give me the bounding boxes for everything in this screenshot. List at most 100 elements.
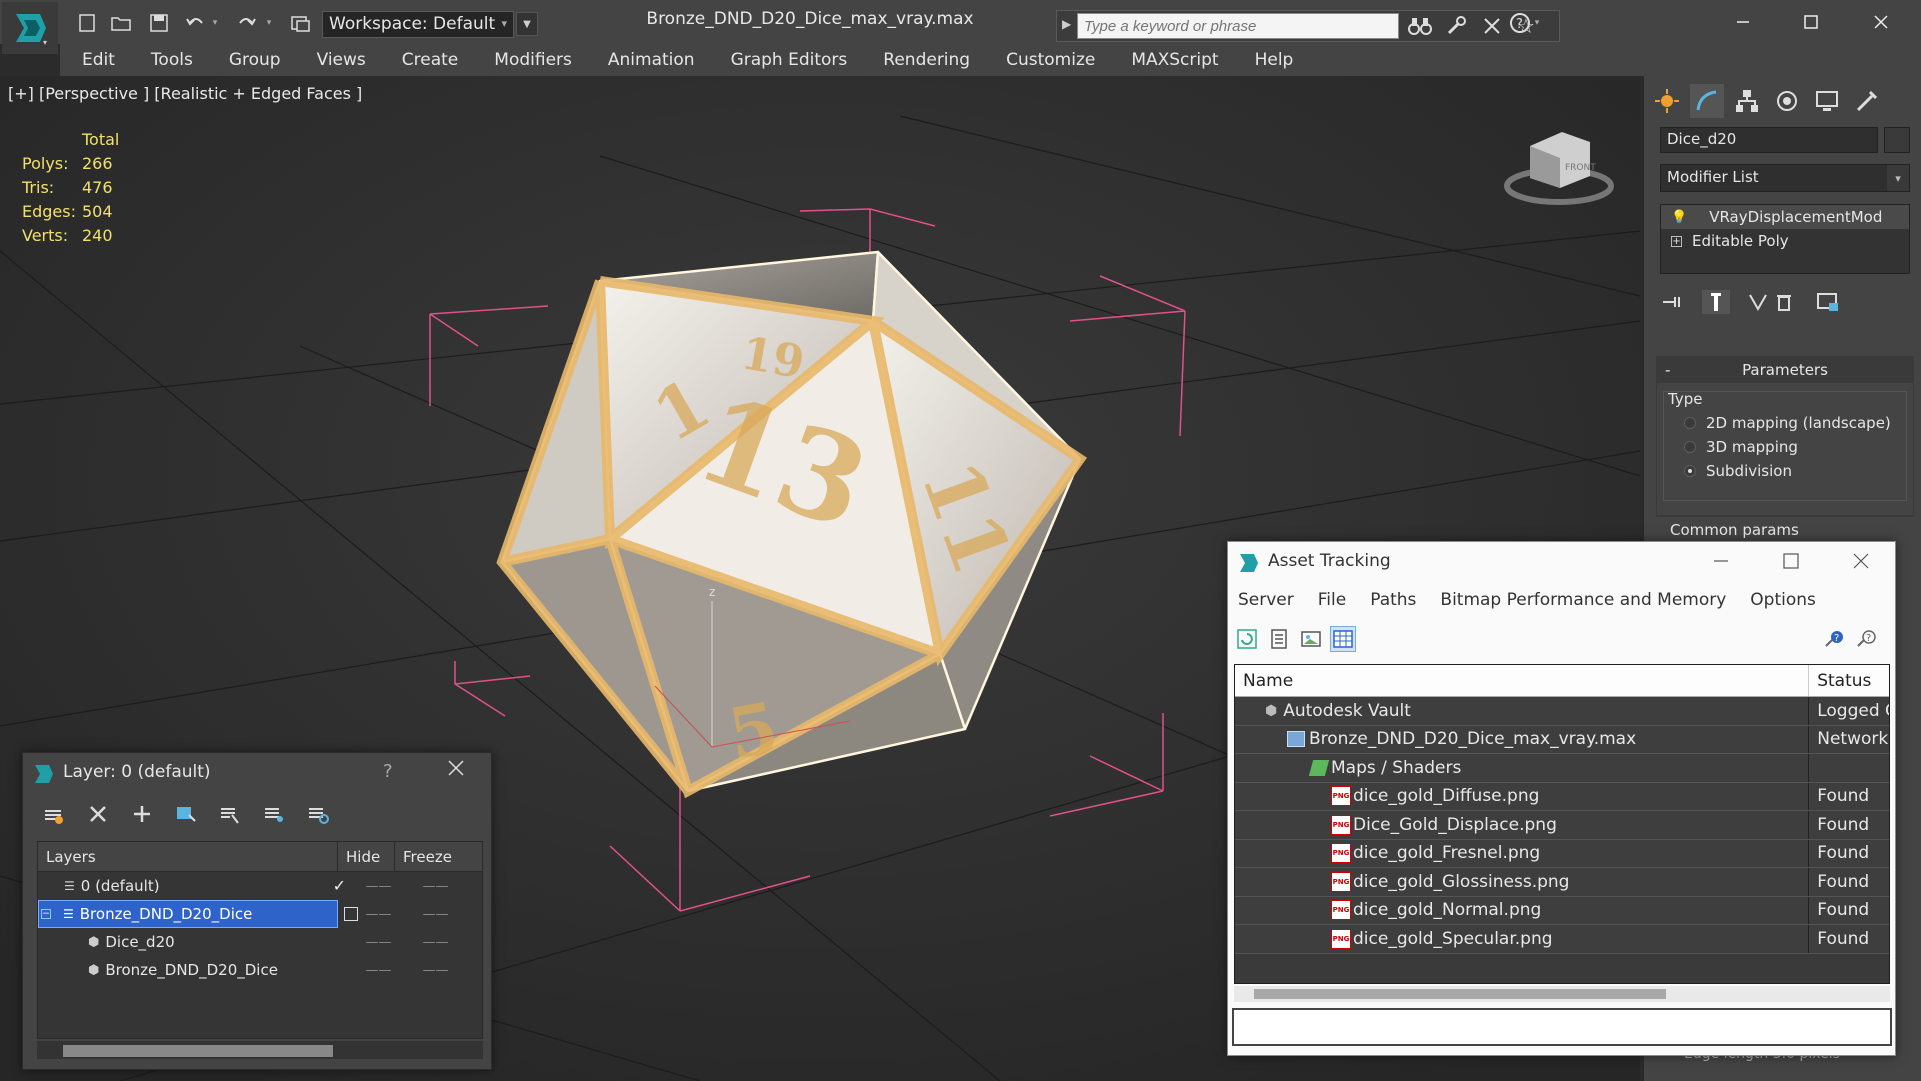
layer-hide-toggle[interactable]: —— (350, 900, 407, 928)
layer-hide-toggle[interactable]: —— (350, 928, 407, 956)
menu-animation[interactable]: Animation (608, 50, 695, 70)
menu-group[interactable]: Group (229, 50, 281, 70)
radio-button[interactable] (1684, 417, 1696, 429)
layer-freeze-toggle[interactable]: —— (407, 900, 464, 928)
current-layer-check-icon[interactable]: ✓ (333, 876, 346, 895)
minimize-button[interactable] (1720, 4, 1766, 40)
scrollbar-thumb[interactable] (63, 1045, 333, 1057)
column-hide[interactable]: Hide (338, 842, 395, 871)
menu-graph-editors[interactable]: Graph Editors (731, 50, 848, 70)
maximize-button[interactable] (1782, 552, 1800, 574)
set-current-layer-icon[interactable] (261, 801, 287, 827)
modifier-list-dropdown[interactable]: Modifier List ▾ (1660, 164, 1910, 192)
radio-2d-mapping[interactable]: 2D mapping (landscape) (1684, 414, 1891, 432)
radio-button[interactable] (1684, 441, 1696, 453)
help-button[interactable]: ? (383, 761, 393, 782)
menu-modifiers[interactable]: Modifiers (494, 50, 572, 70)
asset-row-png[interactable]: PNG dice_gold_Normal.png Found (1235, 896, 1889, 925)
app-logo-icon[interactable]: ▾ (2, 2, 58, 54)
radio-subdivision[interactable]: Subdivision (1684, 462, 1792, 480)
workspace-menu-icon[interactable]: ▼ (516, 12, 538, 36)
menu-views[interactable]: Views (317, 50, 366, 70)
layer-hide-toggle[interactable]: —— (350, 872, 407, 900)
delete-icon[interactable] (85, 801, 111, 827)
parameters-header[interactable]: - Parameters (1657, 357, 1913, 383)
stack-item-vray-displacement[interactable]: 💡 VRayDisplacementMod (1661, 205, 1909, 229)
menu-bitmap-performance[interactable]: Bitmap Performance and Memory (1440, 590, 1726, 610)
highlight-selected-icon[interactable] (217, 801, 243, 827)
menu-edit[interactable]: Edit (82, 50, 115, 70)
undo-icon[interactable] (182, 10, 208, 36)
viewport-label[interactable]: [+] [Perspective ] [Realistic + Edged Fa… (8, 84, 362, 103)
asset-window-titlebar[interactable]: Asset Tracking (1228, 542, 1895, 582)
asset-row-maps[interactable]: Maps / Shaders (1235, 754, 1889, 783)
menu-help[interactable]: Help (1255, 50, 1294, 70)
display-tab-icon[interactable] (1810, 84, 1844, 118)
menu-maxscript[interactable]: MAXScript (1131, 50, 1218, 70)
configure-sets-icon[interactable] (1816, 290, 1840, 314)
new-layer-icon[interactable] (41, 801, 67, 827)
asset-row-png[interactable]: PNG dice_gold_Specular.png Found (1235, 925, 1889, 954)
context-help-icon[interactable]: ? (1854, 626, 1880, 652)
hierarchy-tab-icon[interactable] (1730, 84, 1764, 118)
thumbnail-view-icon[interactable] (1298, 626, 1324, 652)
binoculars-icon[interactable] (1407, 13, 1433, 39)
close-button[interactable] (447, 759, 465, 781)
close-button[interactable] (1858, 4, 1904, 40)
search-input[interactable] (1077, 13, 1399, 39)
collapse-icon[interactable]: - (1665, 357, 1670, 383)
asset-row-png[interactable]: PNG dice_gold_Diffuse.png Found (1235, 782, 1889, 811)
help-icon[interactable]: ? (1822, 626, 1848, 652)
workspace-dropdown[interactable]: Workspace: Default ▾ (322, 11, 514, 38)
expand-plus-icon[interactable]: + (1671, 235, 1682, 247)
search-expand-icon[interactable]: ▶ (1062, 17, 1071, 31)
menu-customize[interactable]: Customize (1006, 50, 1095, 70)
table-view-icon[interactable] (1330, 626, 1356, 652)
redo-dropdown-icon[interactable]: ▾ (262, 10, 276, 36)
refresh-icon[interactable] (1234, 626, 1260, 652)
add-icon[interactable] (129, 801, 155, 827)
asset-row-png[interactable]: PNG Dice_Gold_Displace.png Found (1235, 811, 1889, 840)
layer-row-bronze-dice-object[interactable]: ⬢ Bronze_DND_D20_Dice —— —— (38, 956, 482, 984)
layer-freeze-toggle[interactable]: —— (407, 928, 464, 956)
make-unique-icon[interactable] (1746, 290, 1770, 314)
column-status[interactable]: Status (1809, 665, 1889, 696)
close-button[interactable] (1852, 552, 1870, 574)
menu-server[interactable]: Server (1238, 590, 1294, 610)
help-icon[interactable]: ? ▾ (1504, 10, 1544, 36)
current-layer-box-icon[interactable] (344, 907, 358, 921)
object-color-swatch[interactable] (1884, 127, 1910, 153)
layer-name-cell[interactable]: ☰ 0 (default) ✓ (38, 872, 346, 900)
open-folder-icon[interactable] (108, 10, 134, 36)
layer-name-cell[interactable]: ⬢ Bronze_DND_D20_Dice (38, 956, 338, 984)
asset-row-max-file[interactable]: Bronze_DND_D20_Dice_max_vray.max Network… (1235, 725, 1889, 754)
menu-tools[interactable]: Tools (151, 50, 193, 70)
layer-name-cell[interactable]: ⬢ Dice_d20 (38, 928, 338, 956)
radio-3d-mapping[interactable]: 3D mapping (1684, 438, 1798, 456)
layer-settings-icon[interactable] (305, 801, 331, 827)
asset-row-png[interactable]: PNG dice_gold_Fresnel.png Found (1235, 839, 1889, 868)
menu-options[interactable]: Options (1750, 590, 1816, 610)
pin-stack-icon[interactable] (1660, 290, 1684, 314)
save-icon[interactable] (146, 10, 172, 36)
menu-paths[interactable]: Paths (1370, 590, 1416, 610)
layer-row-bronze-dice[interactable]: − ☰ Bronze_DND_D20_Dice —— —— (38, 900, 482, 928)
menu-file[interactable]: File (1318, 590, 1346, 610)
radio-button[interactable] (1684, 465, 1696, 477)
layer-freeze-toggle[interactable]: —— (407, 956, 464, 984)
redo-icon[interactable] (234, 10, 260, 36)
layer-freeze-toggle[interactable]: —— (407, 872, 464, 900)
asset-row-vault[interactable]: ⬢ Autodesk Vault Logged O (1235, 697, 1889, 726)
collapse-icon[interactable]: − (41, 909, 51, 919)
undo-dropdown-icon[interactable]: ▾ (208, 10, 222, 36)
object-name-field[interactable]: Dice_d20 (1660, 127, 1878, 153)
tools-icon[interactable] (1479, 13, 1505, 39)
common-params-header[interactable]: Common params (1656, 516, 1914, 542)
show-end-result-icon[interactable] (1702, 290, 1730, 314)
scrollbar-thumb[interactable] (1254, 989, 1666, 999)
utilities-tab-icon[interactable] (1850, 84, 1884, 118)
layer-window-titlebar[interactable]: Layer: 0 (default) ? (23, 753, 491, 793)
wrench-icon[interactable] (1443, 13, 1469, 39)
lightbulb-icon[interactable]: 💡 (1671, 210, 1687, 225)
modify-tab-icon[interactable] (1690, 84, 1724, 118)
